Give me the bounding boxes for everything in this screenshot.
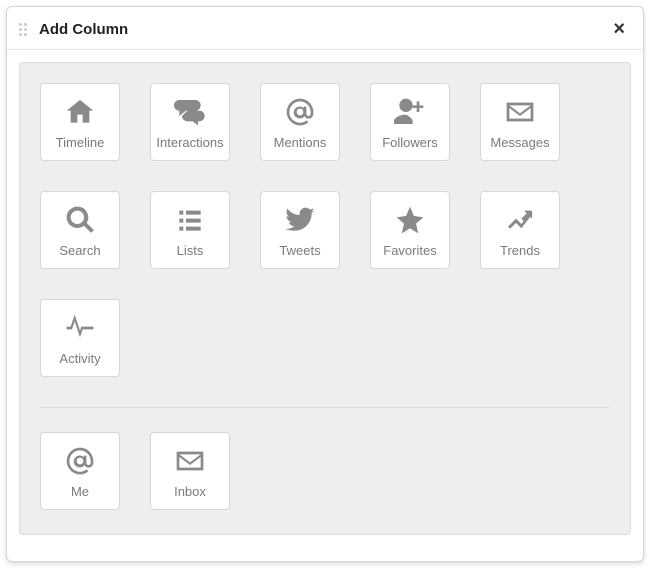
tile-label: Messages	[490, 136, 549, 149]
tile-label: Interactions	[156, 136, 223, 149]
close-button[interactable]: ×	[609, 17, 629, 41]
chat-icon	[173, 96, 207, 128]
tile-label: Lists	[177, 244, 204, 257]
tile-label: Mentions	[274, 136, 327, 149]
drag-grip-icon[interactable]	[19, 21, 31, 37]
modal-title: Add Column	[39, 21, 609, 38]
tile-label: Favorites	[383, 244, 436, 257]
tile-me[interactable]: Me	[40, 432, 120, 510]
tile-label: Me	[71, 485, 89, 498]
at-icon	[63, 445, 97, 477]
tile-timeline[interactable]: Timeline	[40, 83, 120, 161]
search-icon	[63, 204, 97, 236]
at-icon	[283, 96, 317, 128]
tile-activity[interactable]: Activity	[40, 299, 120, 377]
tile-label: Activity	[59, 352, 100, 365]
tile-interactions[interactable]: Interactions	[150, 83, 230, 161]
tile-followers[interactable]: Followers	[370, 83, 450, 161]
user-plus-icon	[393, 96, 427, 128]
tile-label: Search	[59, 244, 100, 257]
star-icon	[393, 204, 427, 236]
modal-header: Add Column ×	[7, 7, 643, 50]
envelope-icon	[503, 96, 537, 128]
modal-body: Timeline Interactions Mentions	[7, 50, 643, 561]
tile-label: Tweets	[279, 244, 320, 257]
envelope-icon	[173, 445, 207, 477]
trend-icon	[503, 204, 537, 236]
tile-mentions[interactable]: Mentions	[260, 83, 340, 161]
tile-messages[interactable]: Messages	[480, 83, 560, 161]
tile-tweets[interactable]: Tweets	[260, 191, 340, 269]
tile-group-personal: Me Inbox	[40, 407, 610, 510]
tile-inbox[interactable]: Inbox	[150, 432, 230, 510]
tile-trends[interactable]: Trends	[480, 191, 560, 269]
tile-search[interactable]: Search	[40, 191, 120, 269]
tile-group-main: Timeline Interactions Mentions	[40, 83, 610, 377]
list-icon	[173, 204, 207, 236]
activity-icon	[63, 312, 97, 344]
tile-label: Inbox	[174, 485, 206, 498]
tile-label: Trends	[500, 244, 540, 257]
bird-icon	[283, 204, 317, 236]
column-type-panel: Timeline Interactions Mentions	[19, 62, 631, 535]
tile-label: Followers	[382, 136, 438, 149]
tile-favorites[interactable]: Favorites	[370, 191, 450, 269]
tile-label: Timeline	[56, 136, 105, 149]
tile-lists[interactable]: Lists	[150, 191, 230, 269]
home-icon	[63, 96, 97, 128]
add-column-modal: Add Column × Timeline Interactions	[6, 6, 644, 562]
